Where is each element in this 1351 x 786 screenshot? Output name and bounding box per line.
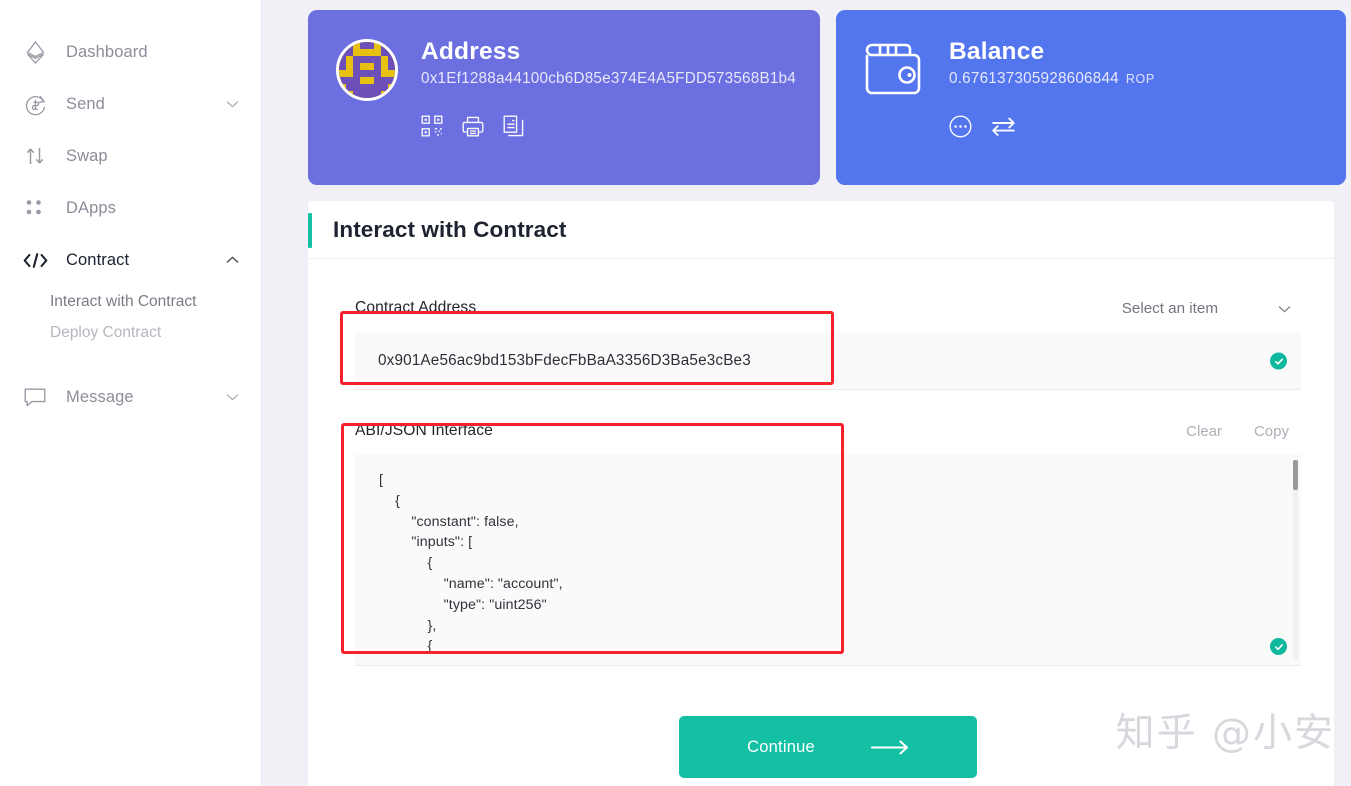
- sidebar-item-message[interactable]: Message: [0, 371, 261, 423]
- contract-address-input[interactable]: [355, 332, 1301, 390]
- sidebar-subitem-label: Deploy Contract: [50, 323, 162, 341]
- qr-code-icon[interactable]: [421, 115, 443, 137]
- continue-button[interactable]: Continue: [679, 716, 977, 778]
- abi-tools: Clear Copy: [1186, 423, 1301, 440]
- chevron-up-icon: [226, 256, 239, 264]
- sidebar-item-label: Message: [66, 387, 134, 406]
- watermark: 知乎 @小安: [1115, 711, 1335, 756]
- sidebar-item-label: Send: [66, 94, 105, 113]
- abi-scrollbar[interactable]: [1293, 460, 1298, 660]
- abi-scrollbar-thumb[interactable]: [1293, 460, 1298, 490]
- valid-check-icon: [1270, 352, 1287, 370]
- sidebar-item-label: Swap: [66, 146, 108, 165]
- sidebar-item-dapps[interactable]: DApps: [0, 182, 261, 234]
- balance-card-actions: [949, 115, 1155, 138]
- page-title: Interact with Contract: [333, 216, 567, 242]
- sidebar-item-contract[interactable]: Contract: [0, 234, 261, 286]
- copy-icon[interactable]: [503, 115, 524, 137]
- printer-icon[interactable]: [462, 115, 484, 137]
- app-root: Dashboard Send Swap DApps Contract Inter…: [0, 0, 1351, 786]
- grid-dots-icon: [22, 195, 48, 221]
- sidebar: Dashboard Send Swap DApps Contract Inter…: [0, 0, 262, 786]
- balance-card: Balance 0.676137305928606844 ROP: [836, 10, 1346, 185]
- swap-arrows-icon: [22, 143, 48, 169]
- sidebar-item-label: Contract: [66, 250, 130, 269]
- contract-address-input-wrap: [355, 332, 1301, 390]
- sidebar-item-send[interactable]: Send: [0, 78, 261, 130]
- address-card-actions: [421, 115, 796, 137]
- abi-input-wrap: [ { "constant": false, "inputs": [ { "na…: [355, 454, 1301, 671]
- exchange-arrows-icon[interactable]: [991, 115, 1016, 138]
- balance-unit: ROP: [1125, 72, 1155, 86]
- contract-address-label: Contract Address: [355, 299, 477, 316]
- sidebar-item-label: DApps: [66, 198, 117, 217]
- balance-card-body: Balance 0.676137305928606844 ROP: [949, 36, 1155, 185]
- interact-with-contract-panel: Interact with Contract Contract Address …: [308, 201, 1334, 786]
- wallet-icon: [864, 38, 926, 185]
- arrow-right-icon: [870, 740, 909, 755]
- continue-button-label: Continue: [747, 737, 815, 756]
- chevron-down-icon: [1278, 305, 1291, 313]
- main-content: Address 0x1Ef1288a44100cb6D85e374E4A5FDD…: [262, 0, 1351, 786]
- panel-header: Interact with Contract: [308, 201, 1334, 259]
- wallet-address-value: 0x1Ef1288a44100cb6D85e374E4A5FDD573568B1…: [421, 70, 796, 87]
- abi-row-head: ABI/JSON Interface Clear Copy: [355, 416, 1301, 440]
- valid-check-icon: [1270, 638, 1287, 655]
- more-circle-icon[interactable]: [949, 115, 972, 138]
- sidebar-subitem-interact-with-contract[interactable]: Interact with Contract: [0, 286, 261, 317]
- sidebar-subitem-label: Interact with Contract: [50, 292, 197, 310]
- address-card-body: Address 0x1Ef1288a44100cb6D85e374E4A5FDD…: [421, 36, 796, 185]
- address-card: Address 0x1Ef1288a44100cb6D85e374E4A5FDD…: [308, 10, 820, 185]
- avatar: [336, 39, 398, 101]
- chevron-down-icon: [226, 393, 239, 401]
- address-card-title: Address: [421, 38, 521, 65]
- ethereum-diamond-icon: [22, 39, 48, 65]
- balance-value: 0.676137305928606844: [949, 70, 1119, 87]
- chevron-down-icon: [226, 100, 239, 108]
- balance-value-row: 0.676137305928606844 ROP: [949, 70, 1155, 88]
- sidebar-item-dashboard[interactable]: Dashboard: [0, 26, 261, 78]
- balance-card-title: Balance: [949, 38, 1045, 65]
- copy-button[interactable]: Copy: [1254, 423, 1289, 440]
- chat-bubble-icon: [22, 384, 48, 410]
- sidebar-item-swap[interactable]: Swap: [0, 130, 261, 182]
- select-item-dropdown[interactable]: Select an item: [1122, 300, 1301, 317]
- sidebar-item-label: Dashboard: [66, 42, 148, 61]
- code-brackets-icon: [22, 247, 48, 273]
- abi-json-textarea[interactable]: [ { "constant": false, "inputs": [ { "na…: [355, 454, 1301, 666]
- select-item-value: Select an item: [1121, 300, 1218, 317]
- summary-cards-row: Address 0x1Ef1288a44100cb6D85e374E4A5FDD…: [308, 10, 1346, 185]
- send-circle-arrow-icon: [22, 91, 48, 117]
- clear-button[interactable]: Clear: [1186, 423, 1222, 440]
- sidebar-subitem-deploy-contract[interactable]: Deploy Contract: [0, 317, 261, 348]
- abi-label: ABI/JSON Interface: [355, 422, 493, 439]
- contract-address-row-head: Contract Address Select an item: [355, 289, 1301, 317]
